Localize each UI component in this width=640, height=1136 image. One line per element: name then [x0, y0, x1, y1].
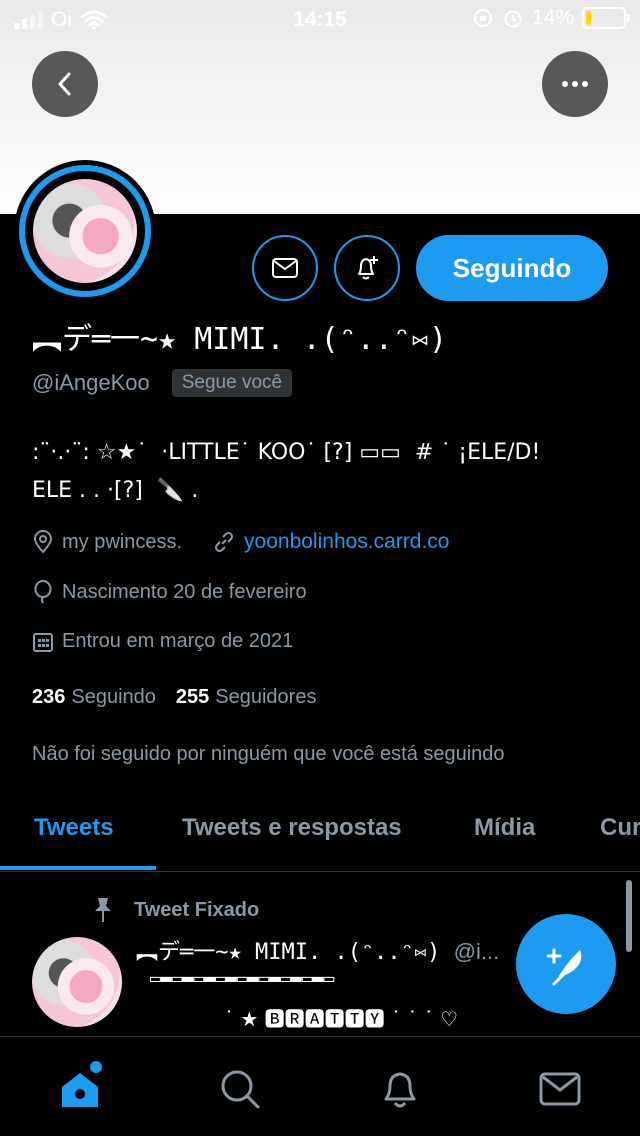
location-text: my pwincess. [62, 530, 183, 553]
status-right-group: 14% [472, 6, 630, 30]
nav-notifications[interactable] [376, 1065, 424, 1113]
tweet-author-name: ︻デ═一~★ MIMI. .(ᵔ..ᵔ⑅) [136, 940, 441, 965]
battery-icon [582, 7, 630, 29]
status-bar: Oi 14:15 14% [0, 0, 640, 40]
avatar-story-ring [19, 165, 151, 297]
follows-you-badge: Segue você [171, 369, 293, 397]
handle-row: @iAngeKoo Segue você [32, 369, 293, 397]
active-tab-indicator [0, 866, 156, 870]
meta-location-link-row: my pwincess. yoonbolinhos.carrd.co [32, 530, 450, 554]
more-horizontal-icon [562, 81, 588, 87]
nav-home[interactable] [56, 1061, 104, 1113]
bio-line-2: ELE . . ·[?] 🔪 . [32, 478, 199, 503]
search-icon [221, 1070, 260, 1109]
following-button[interactable]: Seguindo [416, 235, 608, 301]
message-button[interactable] [252, 235, 318, 301]
link-icon [215, 531, 234, 553]
follow-counts: 236 Seguindo 255 Seguidores [32, 686, 316, 709]
tweet-author-avatar[interactable] [32, 937, 122, 1027]
profile-link[interactable]: yoonbolinhos.carrd.co [244, 530, 449, 554]
not-followed-by-text: Não foi seguido por ninguém que você est… [32, 743, 505, 765]
following-label: Seguindo [71, 686, 156, 708]
bottom-navigation [0, 1036, 640, 1136]
balloon-icon [34, 580, 52, 604]
tweet-text-line-1: ▭▬▭▬▭▬▭▬▭▬▭▬▭▬▭▬▭ [150, 968, 335, 989]
map-pin-icon [33, 530, 53, 554]
tab-likes[interactable]: Cur [600, 814, 640, 842]
meta-birthday-row: Nascimento 20 de fevereiro [32, 580, 307, 604]
avatar-image [33, 179, 137, 283]
nav-messages[interactable] [536, 1065, 584, 1113]
bio: :¨·.·¨: ☆★˙ ·LITTLE˙ KOO˙ [?] ▭▭ # ˙ ¡EL… [32, 434, 622, 510]
notifications-button[interactable] [334, 235, 400, 301]
joined-text: Entrou em março de 2021 [62, 630, 294, 652]
nav-search[interactable] [216, 1065, 264, 1113]
pin-icon [95, 898, 111, 922]
pinned-label-row: Tweet Fixado [90, 896, 259, 924]
compose-tweet-button[interactable] [516, 914, 616, 1014]
profile-avatar[interactable] [14, 160, 156, 302]
home-notification-dot [90, 1061, 102, 1073]
bio-line-1: :¨·.·¨: ☆★˙ ·LITTLE˙ KOO˙ [?] ▭▭ # ˙ ¡EL… [32, 440, 541, 465]
following-count-link[interactable]: 236 Seguindo [32, 686, 156, 709]
following-count: 236 [32, 686, 66, 708]
mail-icon [539, 1072, 581, 1106]
profile-tabs: Tweets Tweets e respostas Mídia Cur [0, 796, 640, 872]
tab-tweets-and-replies[interactable]: Tweets e respostas [182, 814, 402, 842]
followers-count-link[interactable]: 255 Seguidores [176, 686, 317, 709]
compose-feather-icon [546, 948, 582, 986]
followers-count: 255 [175, 686, 210, 708]
more-options-button[interactable] [542, 51, 608, 117]
envelope-icon [272, 258, 298, 278]
tweet-author-handle: @i... [453, 939, 500, 964]
tweet-author[interactable]: ︻デ═一~★ MIMI. .(ᵔ..ᵔ⑅) @i... [136, 934, 499, 966]
birthday-text: Nascimento 20 de fevereiro [62, 580, 307, 603]
battery-percent: 14% [531, 6, 574, 29]
orientation-lock-icon [473, 9, 492, 27]
calendar-icon [33, 632, 53, 652]
followers-label: Seguidores [215, 686, 317, 708]
user-handle: @iAngeKoo [32, 370, 150, 395]
home-icon [62, 1073, 98, 1107]
meta-joined-row: Entrou em março de 2021 [32, 630, 293, 653]
bell-icon [384, 1072, 416, 1108]
scrollbar[interactable] [626, 880, 632, 952]
pinned-label: Tweet Fixado [134, 898, 260, 921]
bell-plus-icon [358, 256, 378, 280]
tweet-text-line-2: ˙ ★ 🅱🆁🅰🆃🆃🆈 ˙ ˙ ˙ ♡ [224, 1007, 459, 1031]
alarm-icon [504, 10, 522, 28]
tab-tweets[interactable]: Tweets [34, 814, 114, 842]
back-button[interactable] [32, 51, 98, 117]
chevron-left-icon [58, 72, 71, 96]
display-name: ︻デ═一~★ MIMI. .(ᵔ..ᵔ⑅) [32, 322, 448, 357]
tab-media[interactable]: Mídia [474, 814, 535, 842]
